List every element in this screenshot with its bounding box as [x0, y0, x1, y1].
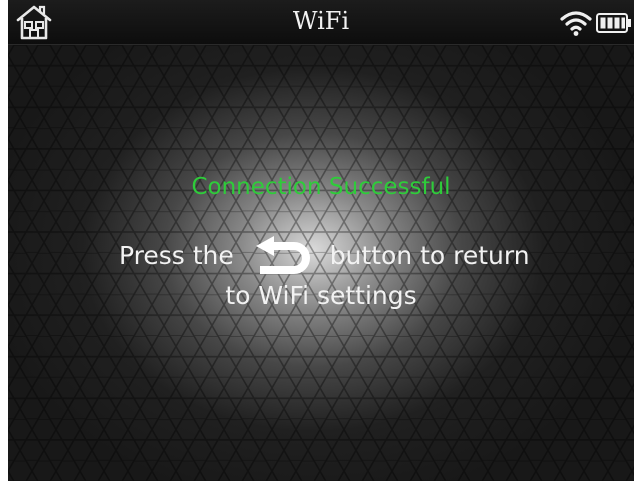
status-bar: WiFi	[8, 0, 634, 45]
instruction-text-before: Press the	[119, 241, 234, 270]
main-content: Connection Successful Press the button t…	[8, 45, 634, 481]
instruction-text-after: button to return	[329, 241, 530, 270]
page-title: WiFi	[292, 7, 350, 35]
wifi-icon	[560, 11, 592, 36]
instruction-line-2: to WiFi settings	[225, 281, 417, 310]
connection-status-message: Connection Successful	[191, 174, 451, 200]
battery-icon	[596, 13, 631, 33]
device-screen: WiFi Connection Successful Press the but…	[8, 0, 634, 481]
instruction-line-1: Press the button to return	[119, 236, 530, 274]
return-arrow-icon	[255, 236, 310, 274]
